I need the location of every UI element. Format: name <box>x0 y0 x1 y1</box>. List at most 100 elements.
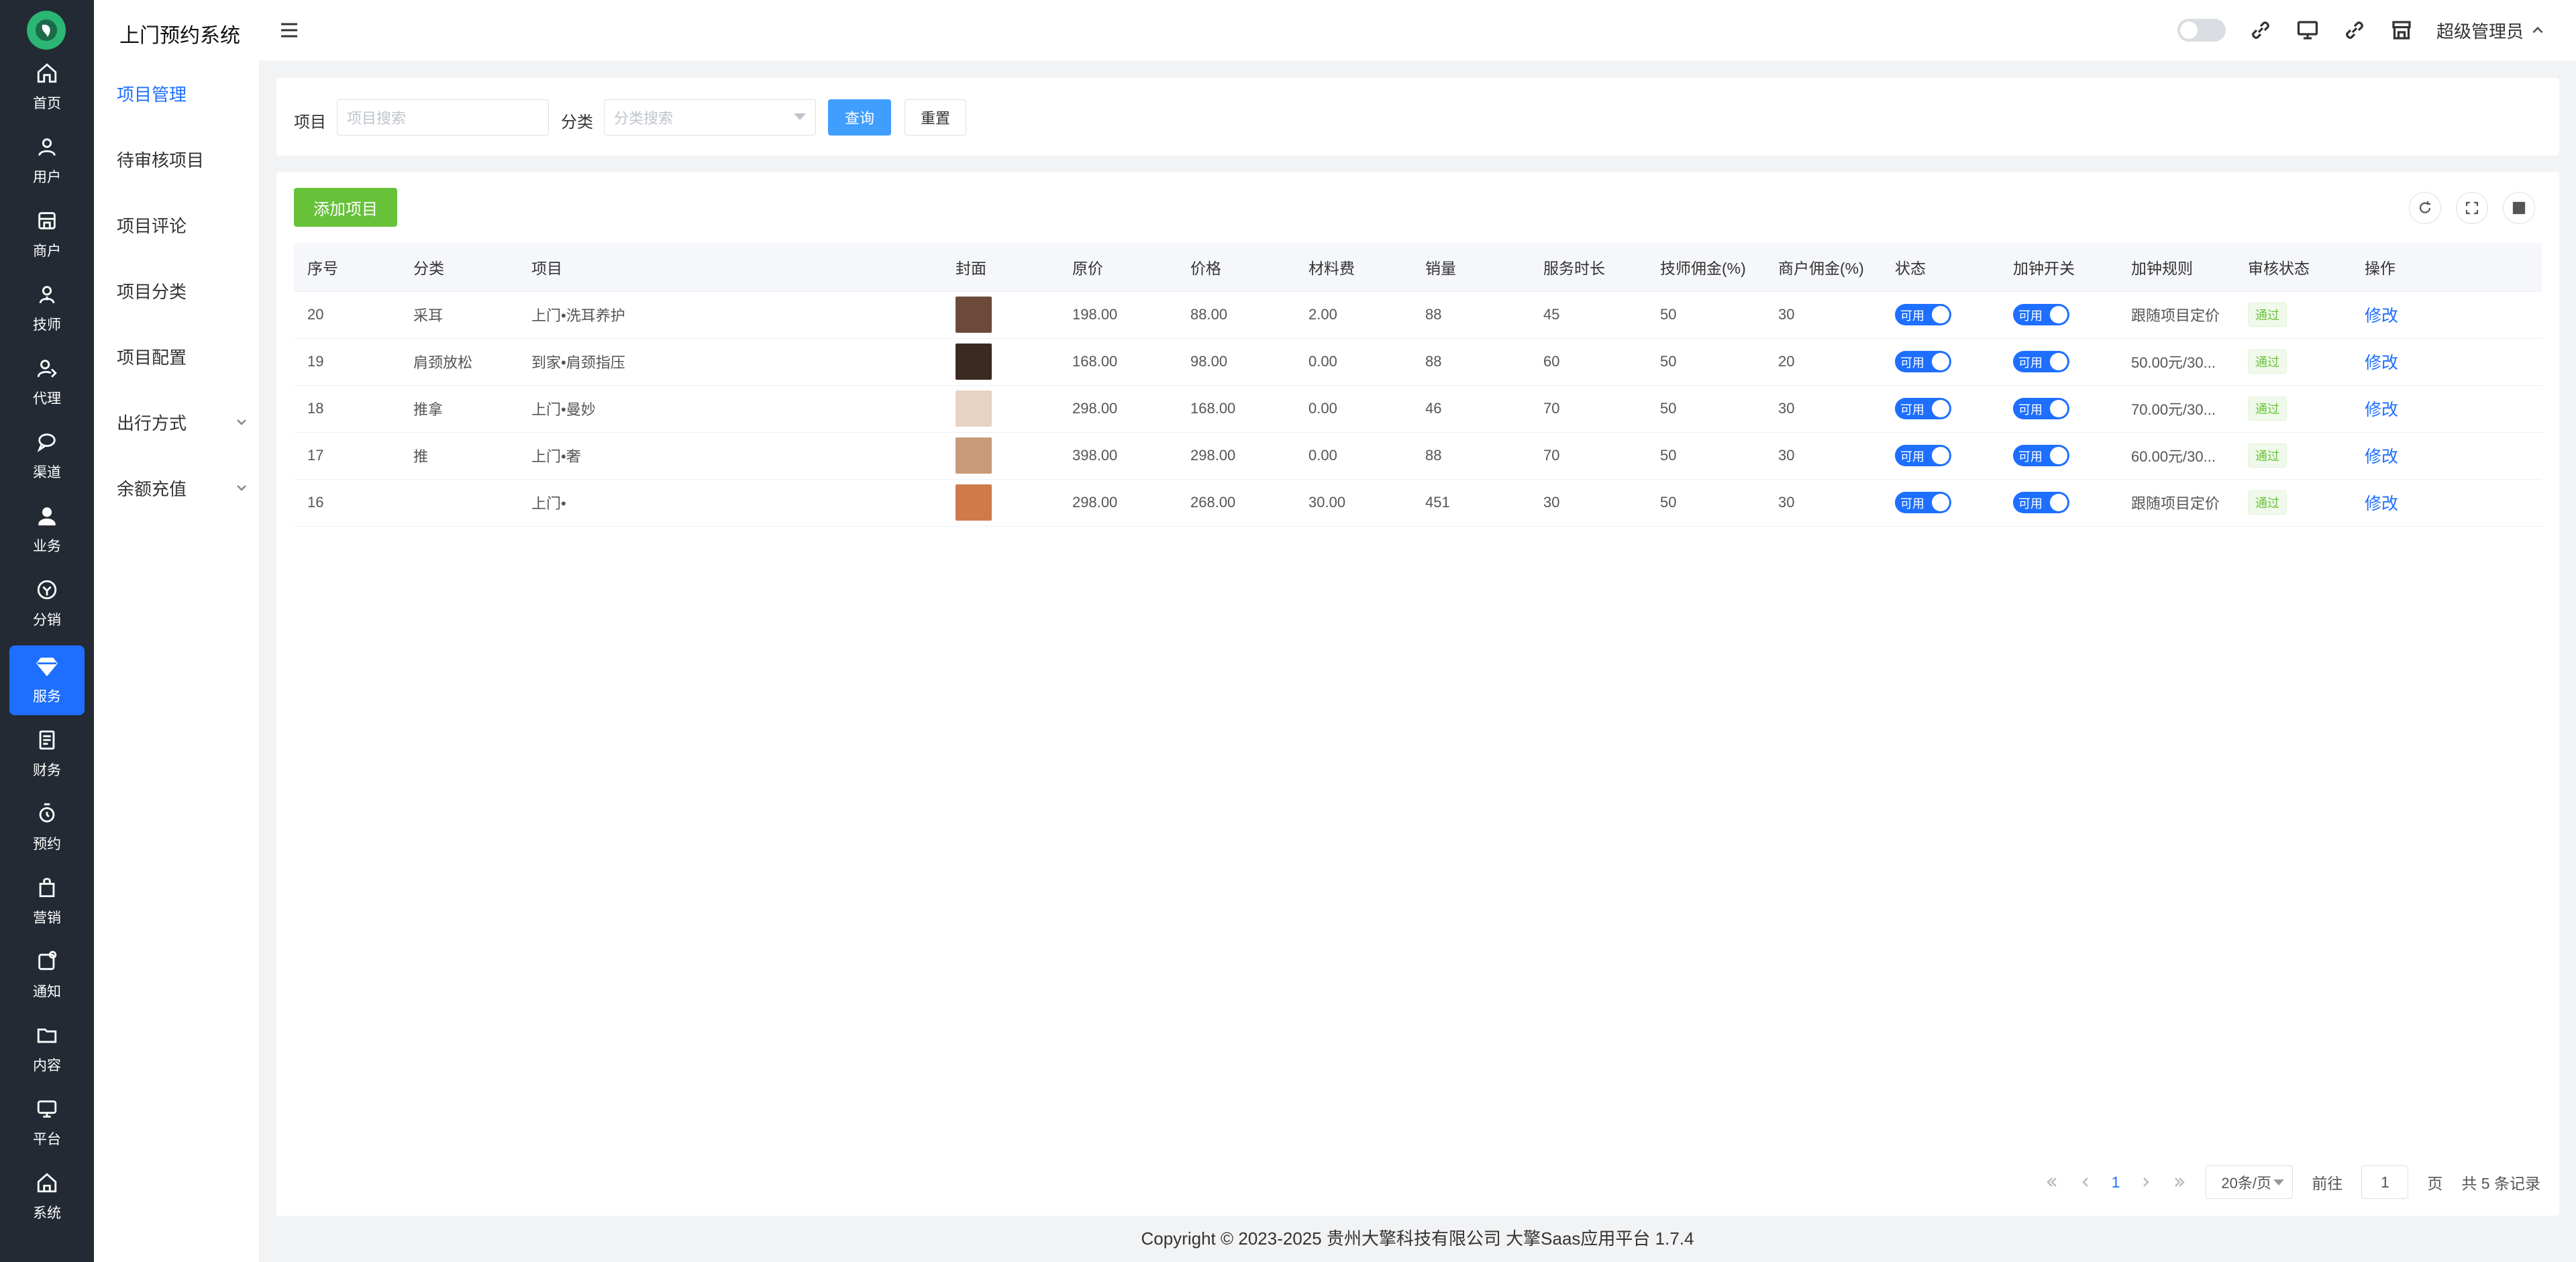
cell-name: 上门•曼妙 <box>518 385 942 433</box>
submenu-item-pending-review[interactable]: 待审核项目 <box>117 142 248 176</box>
columns-button[interactable] <box>2503 192 2535 224</box>
status-switch[interactable]: 可用 <box>1895 351 1951 372</box>
last-page-icon[interactable] <box>2172 1175 2187 1190</box>
table-row: 19 肩颈放松 到家•肩颈指压 168.00 98.00 0.00 88 60 50 20 可用 可用… <box>294 338 2542 386</box>
link-icon[interactable] <box>2342 18 2367 42</box>
page-size-value: 20条/页 <box>2221 1175 2272 1192</box>
dropdown-arrow-icon <box>794 113 806 120</box>
cell-overtime: 可用 <box>2000 479 2118 527</box>
first-page-icon[interactable] <box>2045 1175 2059 1190</box>
technician-icon <box>39 286 55 304</box>
cell-audit: 通过 <box>2234 385 2351 433</box>
edit-link[interactable]: 修改 <box>2365 494 2398 513</box>
monitor-icon[interactable] <box>2296 18 2320 42</box>
add-project-button[interactable]: 添加项目 <box>294 188 397 227</box>
cell-overtime-rule: 50.00元/30... <box>2118 338 2234 386</box>
overtime-switch[interactable]: 可用 <box>2013 351 2069 372</box>
overtime-switch[interactable]: 可用 <box>2013 445 2069 466</box>
audit-badge: 通过 <box>2248 350 2287 374</box>
edit-link[interactable]: 修改 <box>2365 354 2398 372</box>
cell-tech-commission: 50 <box>1647 432 1765 480</box>
table-row: 17 推上门•奢 398.00 298.00 0.00 88 70 50 30 可用 可用 60.00… <box>294 432 2542 480</box>
rail-label: 营销 <box>33 910 61 926</box>
col-header: 销量 <box>1412 243 1530 292</box>
rail-item-notice[interactable]: 通知 <box>9 941 85 1010</box>
edit-link[interactable]: 修改 <box>2365 307 2398 325</box>
col-header: 操作 <box>2351 243 2542 292</box>
cell-status: 可用 <box>1882 338 2000 386</box>
rail-item-user[interactable]: 用户 <box>9 126 85 196</box>
current-page[interactable]: 1 <box>2112 1173 2120 1192</box>
grid-icon <box>2512 201 2526 215</box>
rail-item-technician[interactable]: 技师 <box>9 274 85 344</box>
edit-link[interactable]: 修改 <box>2365 401 2398 419</box>
prev-page-icon[interactable] <box>2078 1175 2093 1190</box>
rail-item-service[interactable]: 服务 <box>9 645 85 715</box>
rail-item-channel[interactable]: 渠道 <box>9 421 85 491</box>
item-search-placeholder: 项目搜索 <box>347 110 407 127</box>
rail-item-finance[interactable]: 财务 <box>9 719 85 789</box>
submenu-item-travel-mode[interactable]: 出行方式 <box>117 405 248 439</box>
finance-icon <box>39 730 55 750</box>
rail-item-home[interactable]: 首页 <box>9 52 85 122</box>
status-switch[interactable]: 可用 <box>1895 445 1951 466</box>
overtime-switch[interactable]: 可用 <box>2013 398 2069 419</box>
item-search-input[interactable]: 项目搜索 <box>337 99 549 136</box>
rail-item-agent[interactable]: 代理 <box>9 348 85 417</box>
user-menu[interactable]: 超级管理员 <box>2436 18 2545 43</box>
overtime-switch[interactable]: 可用 <box>2013 304 2069 325</box>
rail-item-marketing[interactable]: 营销 <box>9 867 85 937</box>
reset-button[interactable]: 重置 <box>905 99 966 136</box>
rail-item-content[interactable]: 内容 <box>9 1014 85 1084</box>
status-switch[interactable]: 可用 <box>1895 304 1951 325</box>
rail-item-booking[interactable]: 预约 <box>9 793 85 863</box>
rail-item-business[interactable]: 业务 <box>9 495 85 565</box>
cell-original-price: 298.00 <box>1059 479 1177 527</box>
rail-item-distribution[interactable]: 分销 <box>9 569 85 639</box>
category-placeholder: 分类搜索 <box>614 110 674 127</box>
status-switch[interactable]: 可用 <box>1895 398 1951 419</box>
col-header: 加钟规则 <box>2118 243 2234 292</box>
refresh-button[interactable] <box>2409 192 2441 224</box>
store-icon[interactable] <box>2389 18 2414 42</box>
submenu-item-balance-recharge[interactable]: 余额充值 <box>117 471 248 505</box>
cell-original-price: 198.00 <box>1059 291 1177 339</box>
next-page-icon[interactable] <box>2139 1175 2153 1190</box>
cover-image <box>956 344 992 380</box>
menu-toggle-icon[interactable] <box>279 20 299 40</box>
business-icon <box>38 507 56 526</box>
cell-action: 修改 <box>2351 385 2542 433</box>
cell-status: 可用 <box>1882 432 2000 480</box>
project-table: 序号 分类 项目 封面 原价 价格 材料费 销量 服务时长 技师佣金(%) 商户… <box>294 243 2542 527</box>
switch-label: 可用 <box>2018 309 2043 323</box>
col-header: 服务时长 <box>1530 243 1647 292</box>
status-switch[interactable]: 可用 <box>1895 492 1951 513</box>
edit-link[interactable]: 修改 <box>2365 448 2398 466</box>
distribution-icon <box>37 580 57 600</box>
submenu-item-project-management[interactable]: 项目管理 <box>117 76 248 110</box>
cell-name: 上门•奢 <box>518 432 942 480</box>
submenu-item-project-category[interactable]: 项目分类 <box>117 274 248 307</box>
goto-page-input[interactable]: 1 <box>2361 1165 2409 1199</box>
overtime-switch[interactable]: 可用 <box>2013 492 2069 513</box>
rail-item-shop[interactable]: 商户 <box>9 200 85 270</box>
table-row: 18 推拿 上门•曼妙 298.00 168.00 0.00 46 70 50 30 可用 可用 70.… <box>294 385 2542 433</box>
cell-sales: 88 <box>1412 432 1530 480</box>
rail-item-system[interactable]: 系统 <box>9 1162 85 1232</box>
theme-toggle[interactable] <box>2177 19 2226 42</box>
cell-sales: 46 <box>1412 385 1530 433</box>
link-icon[interactable] <box>2249 18 2273 42</box>
chevron-down-icon <box>237 485 246 491</box>
cell-category: 推 <box>400 432 518 480</box>
col-header: 审核状态 <box>2234 243 2351 292</box>
page-size-select[interactable]: 20条/页 <box>2206 1165 2294 1199</box>
rail-item-platform[interactable]: 平台 <box>9 1088 85 1158</box>
fullscreen-button[interactable] <box>2456 192 2488 224</box>
cell-cover <box>942 291 1059 339</box>
submenu-item-project-comments[interactable]: 项目评论 <box>117 208 248 242</box>
query-button[interactable]: 查询 <box>828 99 891 136</box>
category-select[interactable]: 分类搜索 <box>604 99 816 136</box>
submenu-item-project-config[interactable]: 项目配置 <box>117 339 248 373</box>
switch-label: 可用 <box>2018 497 2043 511</box>
cell-overtime-rule: 60.00元/30... <box>2118 432 2234 480</box>
